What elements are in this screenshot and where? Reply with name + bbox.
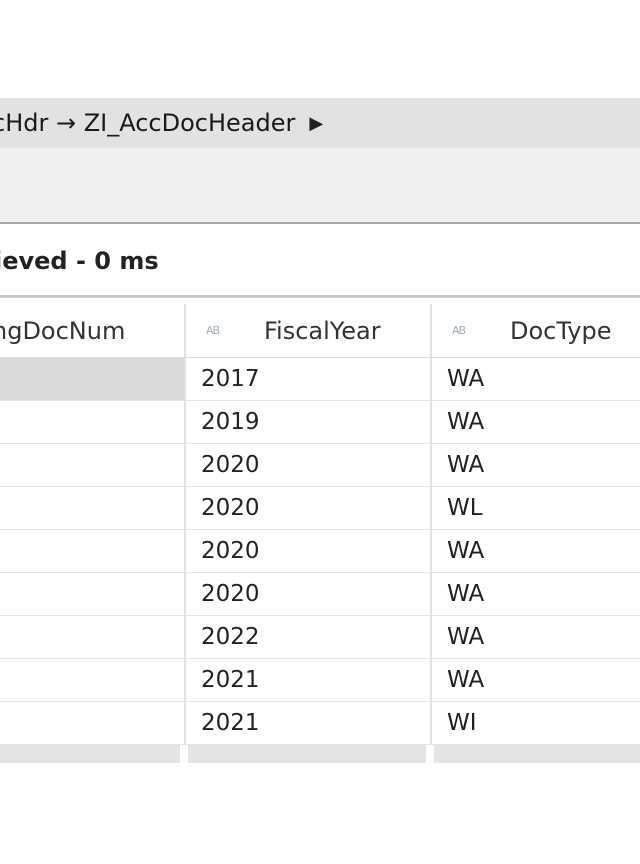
cell-fiscalyear[interactable]: 2020: [188, 444, 432, 486]
grid-header-row: ngDocNum AB FiscalYear AB DocType: [0, 304, 640, 358]
cell-doctype[interactable]: WA: [434, 573, 640, 615]
results-grid: ngDocNum AB FiscalYear AB DocType 2017 W…: [0, 304, 640, 763]
table-row[interactable]: 2020 WA: [0, 573, 640, 616]
table-row[interactable]: 2020 WA: [0, 530, 640, 573]
grid-footer-row: [0, 745, 640, 763]
status-bar: ieved - 0 ms: [0, 226, 640, 298]
toolbar: [0, 148, 640, 224]
cell-docnum[interactable]: [0, 702, 186, 744]
breadcrumb: cHdr → ZI_AccDocHeader ▶: [0, 98, 640, 148]
table-row[interactable]: 2022 WA: [0, 616, 640, 659]
cell-fiscalyear[interactable]: 2020: [188, 487, 432, 529]
table-row[interactable]: 2019 WA: [0, 401, 640, 444]
table-row[interactable]: 2020 WL: [0, 487, 640, 530]
cell-doctype[interactable]: WA: [434, 616, 640, 658]
cell-fiscalyear[interactable]: 2020: [188, 573, 432, 615]
text-type-icon: AB: [452, 324, 466, 337]
table-row[interactable]: 2020 WA: [0, 444, 640, 487]
column-header-label: ngDocNum: [0, 316, 126, 345]
cell-fiscalyear[interactable]: 2021: [188, 659, 432, 701]
cell-docnum[interactable]: [0, 358, 186, 400]
cell-doctype[interactable]: WI: [434, 702, 640, 744]
cell-doctype[interactable]: WL: [434, 487, 640, 529]
cell-doctype[interactable]: WA: [434, 444, 640, 486]
footer-cell: [188, 745, 430, 763]
cell-fiscalyear[interactable]: 2022: [188, 616, 432, 658]
table-row[interactable]: 2021 WA: [0, 659, 640, 702]
column-header-doctype[interactable]: AB DocType: [434, 304, 640, 357]
table-row[interactable]: 2021 WI: [0, 702, 640, 745]
table-row[interactable]: 2017 WA: [0, 358, 640, 401]
breadcrumb-path: cHdr → ZI_AccDocHeader: [0, 109, 296, 137]
column-header-docnum[interactable]: ngDocNum: [0, 304, 186, 357]
cell-docnum[interactable]: [0, 659, 186, 701]
status-text: ieved - 0 ms: [0, 246, 159, 275]
column-header-label: FiscalYear: [264, 316, 381, 345]
cell-doctype[interactable]: WA: [434, 659, 640, 701]
column-header-label: DocType: [510, 316, 612, 345]
cell-docnum[interactable]: [0, 401, 186, 443]
cell-docnum[interactable]: [0, 530, 186, 572]
cell-docnum[interactable]: [0, 487, 186, 529]
cell-fiscalyear[interactable]: 2020: [188, 530, 432, 572]
footer-cell: [434, 745, 640, 763]
cell-doctype[interactable]: WA: [434, 530, 640, 572]
footer-cell: [0, 745, 184, 763]
column-header-fiscalyear[interactable]: AB FiscalYear: [188, 304, 432, 357]
chevron-right-icon[interactable]: ▶: [309, 113, 323, 134]
cell-fiscalyear[interactable]: 2017: [188, 358, 432, 400]
text-type-icon: AB: [206, 324, 220, 337]
cell-fiscalyear[interactable]: 2019: [188, 401, 432, 443]
cell-docnum[interactable]: [0, 616, 186, 658]
cell-doctype[interactable]: WA: [434, 358, 640, 400]
cell-fiscalyear[interactable]: 2021: [188, 702, 432, 744]
cell-doctype[interactable]: WA: [434, 401, 640, 443]
cell-docnum[interactable]: [0, 444, 186, 486]
cell-docnum[interactable]: [0, 573, 186, 615]
